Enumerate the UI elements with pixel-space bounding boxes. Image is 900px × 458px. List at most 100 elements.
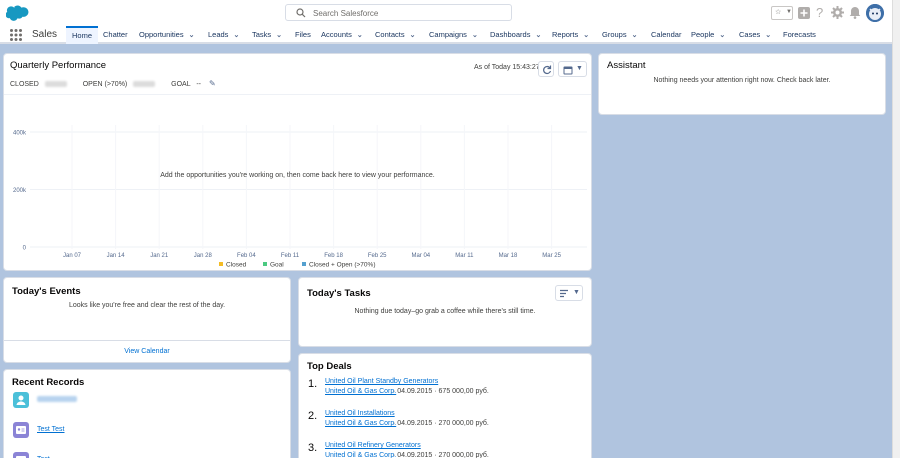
- calendar-dropdown-button[interactable]: ▼: [558, 61, 587, 77]
- calendar-icon: [563, 66, 573, 75]
- chevron-down-icon[interactable]: ⌄: [583, 27, 589, 45]
- y-tick-label: 200k: [13, 188, 27, 194]
- x-tick-label: Feb 11: [281, 253, 300, 259]
- tab-forecasts[interactable]: Forecasts: [783, 26, 816, 44]
- tab-label: Calendar: [651, 30, 682, 39]
- tab-groups[interactable]: Groups ⌄: [602, 26, 637, 44]
- chevron-down-icon[interactable]: ⌄: [632, 27, 638, 45]
- deal-rank: 2.: [308, 410, 318, 422]
- tab-label: Reports: [552, 30, 579, 39]
- deal-account-link[interactable]: United Oil & Gas Corp.: [325, 452, 396, 458]
- tab-calendar[interactable]: Calendar: [651, 26, 681, 44]
- redacted-name: [37, 396, 77, 403]
- chevron-down-icon[interactable]: ⌄: [472, 27, 478, 45]
- user-avatar[interactable]: [866, 4, 884, 22]
- tab-label: Cases: [739, 30, 761, 39]
- quarterly-performance-card: Quarterly Performance As of Today 15:43:…: [3, 53, 592, 271]
- deal-account-link[interactable]: United Oil & Gas Corp.: [325, 420, 396, 427]
- legend-entry[interactable]: Closed + Open (>70%): [302, 262, 375, 269]
- chevron-down-icon[interactable]: ⌄: [765, 27, 771, 45]
- tab-tasks[interactable]: Tasks ⌄: [252, 26, 282, 44]
- page-scrollbar[interactable]: [892, 0, 900, 458]
- setup-gear-icon[interactable]: [831, 6, 844, 19]
- chevron-down-icon: ▼: [786, 9, 792, 15]
- tab-dashboards[interactable]: Dashboards ⌄: [490, 26, 541, 44]
- x-tick-label: Jan 14: [107, 253, 126, 259]
- tab-reports[interactable]: Reports ⌄: [552, 26, 589, 44]
- app-name: Sales: [32, 29, 58, 40]
- tab-cases[interactable]: Cases ⌄: [739, 26, 771, 44]
- assistant-title: Assistant: [607, 60, 646, 71]
- deal-rank: 3.: [308, 442, 318, 454]
- performance-summary: CLOSED OPEN (>70%) GOAL -- ✎: [10, 79, 216, 88]
- record-card-icon: [13, 452, 29, 458]
- legend-entry[interactable]: Closed: [219, 262, 247, 269]
- tasks-filter-button[interactable]: ▼: [555, 285, 583, 301]
- chevron-down-icon[interactable]: ⌄: [276, 27, 282, 45]
- chevron-down-icon[interactable]: ⌄: [189, 27, 195, 45]
- favorites-button[interactable]: ☆ ▼: [771, 6, 793, 20]
- sort-filter-icon: [560, 289, 568, 298]
- x-tick-label: Jan 21: [150, 253, 169, 259]
- x-tick-label: Feb 04: [237, 253, 256, 259]
- app-launcher-icon[interactable]: [9, 28, 23, 42]
- chevron-down-icon[interactable]: ⌄: [233, 27, 239, 45]
- x-tick-label: Mar 25: [542, 253, 561, 259]
- deal-list-item: 1. United Oil Plant Standby Generators Uni…: [299, 376, 591, 406]
- refresh-icon: [543, 65, 552, 75]
- chevron-down-icon[interactable]: ⌄: [535, 27, 541, 45]
- chevron-down-icon: ▼: [573, 289, 580, 296]
- tab-accounts[interactable]: Accounts ⌄: [321, 26, 363, 44]
- global-create-icon[interactable]: [798, 7, 810, 19]
- chevron-down-icon[interactable]: ⌄: [719, 27, 725, 45]
- tab-files[interactable]: Files: [295, 26, 311, 44]
- chevron-down-icon[interactable]: ⌄: [410, 27, 416, 45]
- tab-contacts[interactable]: Contacts ⌄: [375, 26, 415, 44]
- help-icon[interactable]: ?: [816, 5, 823, 20]
- x-tick-label: Mar 04: [411, 253, 430, 259]
- legend-swatch: [263, 262, 267, 266]
- notifications-bell-icon[interactable]: [849, 6, 861, 19]
- deal-name-link[interactable]: United Oil Refinery Generators: [325, 442, 421, 449]
- view-calendar-link[interactable]: View Calendar: [4, 348, 290, 355]
- tab-opportunities[interactable]: Opportunities ⌄: [139, 26, 194, 44]
- y-tick-label: 0: [23, 246, 27, 252]
- tab-label: People: [691, 30, 715, 39]
- tab-label: Opportunities: [139, 30, 184, 39]
- tab-chatter[interactable]: Chatter: [103, 26, 128, 44]
- chevron-down-icon[interactable]: ⌄: [357, 27, 363, 45]
- legend-label: Goal: [270, 262, 284, 269]
- x-tick-label: Feb 18: [324, 253, 343, 259]
- global-search[interactable]: Search Salesforce: [285, 4, 512, 21]
- tab-label: Home: [72, 31, 93, 40]
- global-header: Search Salesforce ☆ ▼ ?: [0, 0, 900, 26]
- tab-leads[interactable]: Leads ⌄: [208, 26, 239, 44]
- deal-meta: · 04.09.2015 · 270 000,00 руб.: [393, 452, 489, 458]
- search-placeholder: Search Salesforce: [313, 9, 379, 18]
- recent-record-link[interactable]: [37, 396, 77, 403]
- astro-avatar-icon: [866, 4, 884, 22]
- refresh-button[interactable]: [538, 61, 554, 77]
- legend-label: Closed: [226, 262, 247, 269]
- search-icon: [296, 8, 306, 18]
- deal-name-link[interactable]: United Oil Plant Standby Generators: [325, 378, 438, 385]
- x-tick-label: Mar 18: [499, 253, 518, 259]
- salesforce-logo-icon[interactable]: [6, 5, 29, 21]
- tasks-message: Nothing due today–go grab a coffee while…: [354, 308, 536, 315]
- todays-events-card: Today's Events Looks like you're free an…: [3, 277, 291, 363]
- deal-list-item: 3. United Oil Refinery Generators United O…: [299, 440, 591, 458]
- tab-people[interactable]: People ⌄: [691, 26, 725, 44]
- tab-campaigns[interactable]: Campaigns ⌄: [429, 26, 478, 44]
- performance-chart: 0 200k 400k Jan 07 Jan 14 Jan 21 Jan 28 Feb 04 F…: [13, 125, 587, 269]
- deal-meta: · 04.09.2015 · 270 000,00 руб.: [393, 420, 489, 427]
- deal-name-link[interactable]: United Oil Installations: [325, 410, 395, 417]
- x-tick-label: Mar 11: [455, 253, 474, 259]
- recent-record-link[interactable]: Test Test: [37, 426, 65, 433]
- legend-entry[interactable]: Goal: [263, 262, 284, 269]
- as-of-timestamp: As of Today 15:43:27: [474, 64, 540, 71]
- todays-tasks-card: Today's Tasks ▼ Nothing due today–go gra…: [298, 277, 592, 347]
- x-tick-label: Jan 07: [63, 253, 82, 259]
- tab-home[interactable]: Home: [66, 26, 99, 44]
- deal-account-link[interactable]: United Oil & Gas Corp.: [325, 388, 396, 395]
- edit-goal-pencil-icon[interactable]: ✎: [209, 79, 216, 88]
